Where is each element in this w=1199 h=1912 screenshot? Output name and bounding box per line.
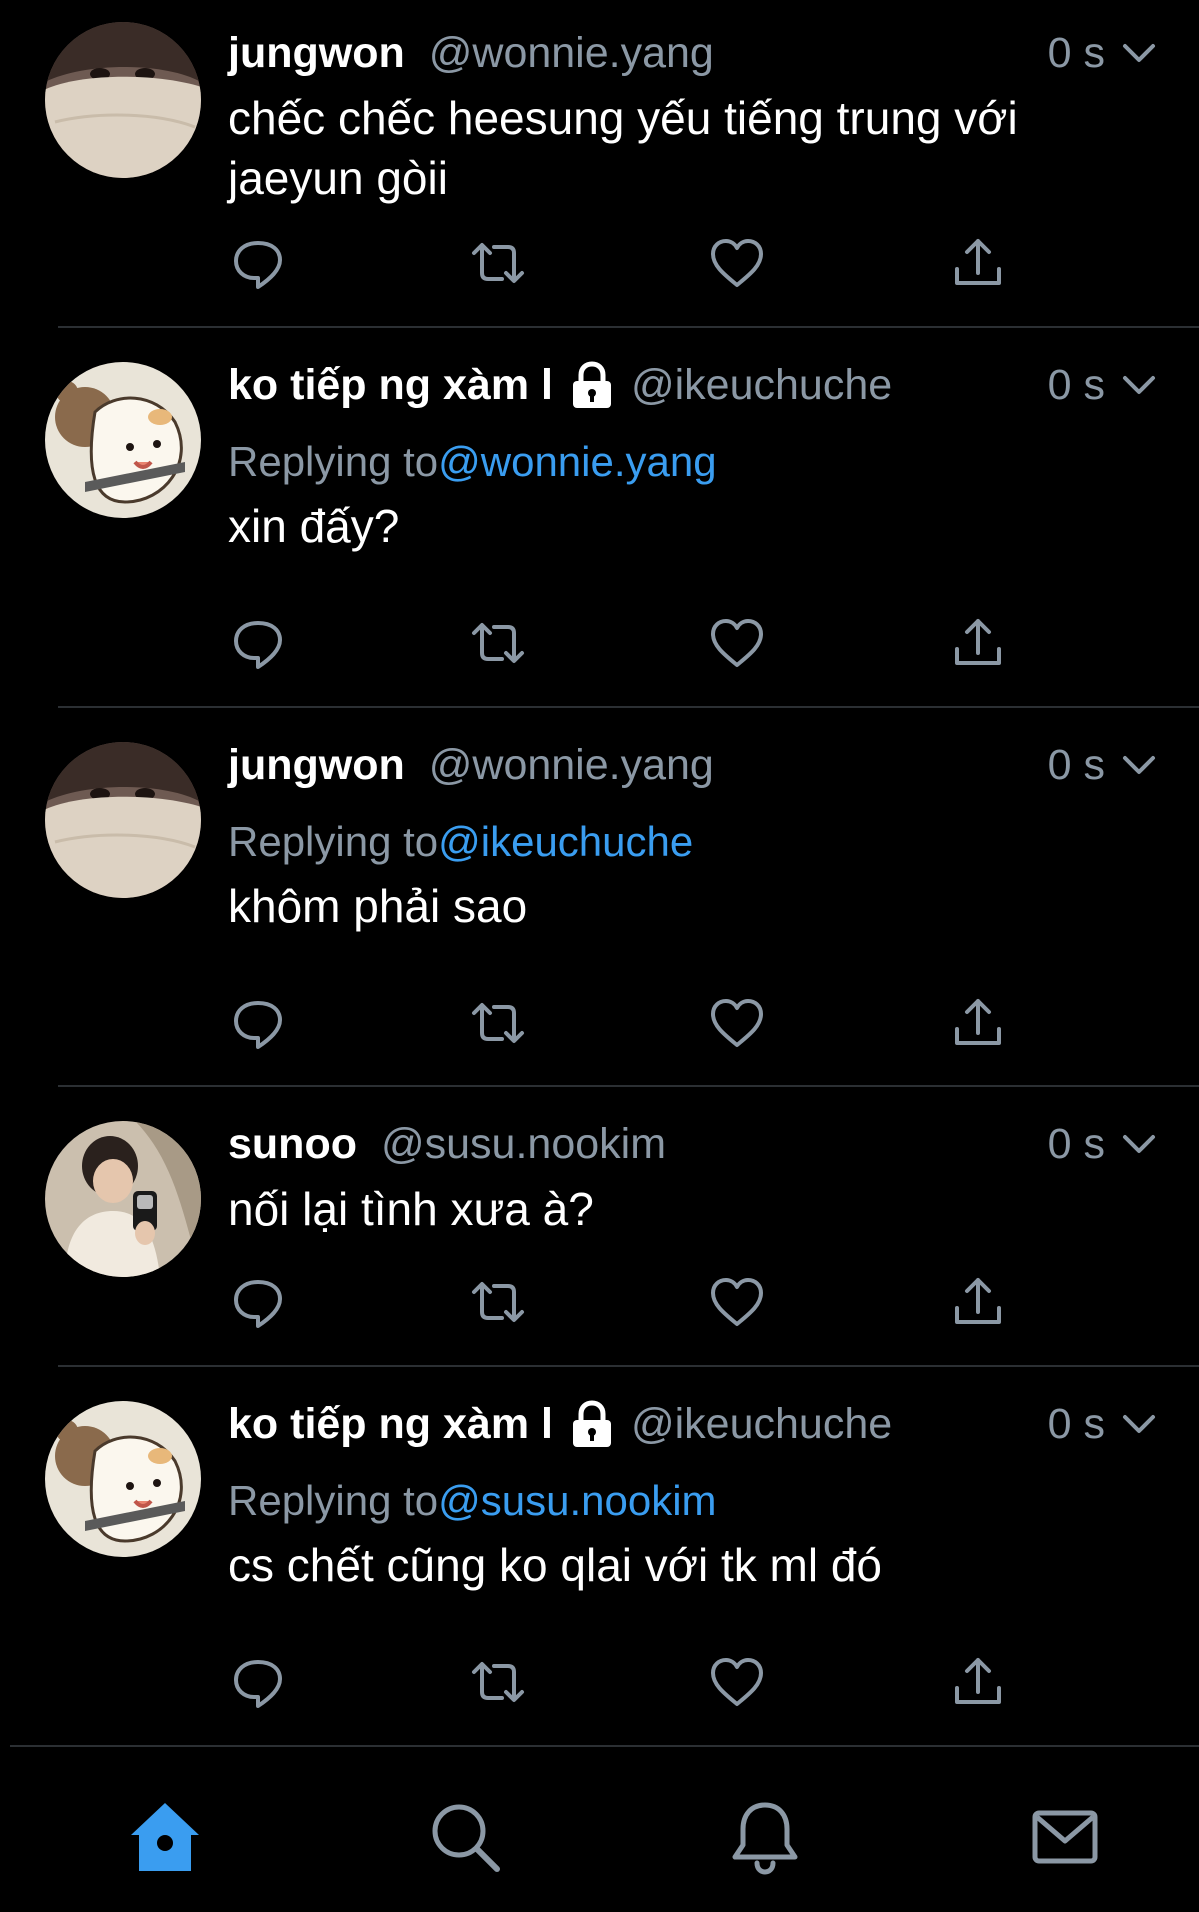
display-name[interactable]: ko tiếp ng xàm l bbox=[228, 1400, 553, 1449]
timestamp: 0 s bbox=[1047, 1119, 1105, 1168]
reply-icon[interactable] bbox=[228, 993, 288, 1053]
retweet-icon[interactable] bbox=[468, 993, 528, 1053]
replying-prefix: Replying to bbox=[228, 438, 439, 485]
avatar-photo-mirror-selfie bbox=[45, 1121, 201, 1277]
replying-to: Replying to@wonnie.yang bbox=[228, 438, 717, 486]
tweet-header: ko tiếp ng xàm l @ikeuchuche 0 s bbox=[228, 1399, 1159, 1449]
home-icon[interactable] bbox=[125, 1797, 205, 1877]
avatar-photo-masked-boy bbox=[45, 22, 201, 178]
avatar[interactable] bbox=[45, 1121, 201, 1277]
user-handle[interactable]: @wonnie.yang bbox=[429, 741, 714, 790]
tweet-time: 0 s bbox=[1048, 1119, 1159, 1169]
tweet-time: 0 s bbox=[1048, 28, 1159, 78]
tweet-text: nối lại tình xưa à? bbox=[228, 1183, 594, 1235]
avatar-cartoon-dog-bear bbox=[45, 362, 201, 518]
share-icon[interactable] bbox=[948, 1652, 1008, 1712]
tweet-text: cs chết cũng ko qlai với tk ml đó bbox=[228, 1539, 882, 1591]
retweet-icon[interactable] bbox=[468, 233, 528, 293]
lock-icon bbox=[572, 361, 611, 408]
replying-to: Replying to@ikeuchuche bbox=[228, 818, 693, 866]
chevron-down-icon[interactable] bbox=[1119, 365, 1159, 405]
retweet-icon[interactable] bbox=[468, 1652, 528, 1712]
tweet-actions bbox=[228, 233, 1028, 293]
chevron-down-icon[interactable] bbox=[1119, 1404, 1159, 1444]
like-icon[interactable] bbox=[707, 1272, 767, 1332]
tweet-actions bbox=[228, 613, 1028, 673]
tweet[interactable]: ko tiếp ng xàm l @ikeuchuche 0 s Replyin… bbox=[0, 1367, 1199, 1745]
user-handle[interactable]: @ikeuchuche bbox=[631, 361, 892, 410]
bottom-tab-bar bbox=[10, 1745, 1199, 1912]
avatar[interactable] bbox=[45, 742, 201, 898]
tweet[interactable]: sunoo @susu.nookim 0 s nối lại tình xưa … bbox=[0, 1087, 1199, 1367]
reply-icon[interactable] bbox=[228, 613, 288, 673]
tweet[interactable]: jungwon @wonnie.yang 0 s chếc chếc heesu… bbox=[0, 0, 1199, 328]
avatar[interactable] bbox=[45, 22, 201, 178]
tweet-text: khôm phải sao bbox=[228, 880, 528, 932]
user-handle[interactable]: @ikeuchuche bbox=[631, 1400, 892, 1449]
avatar[interactable] bbox=[45, 362, 201, 518]
tweet-header: jungwon @wonnie.yang 0 s bbox=[228, 28, 1159, 78]
display-name[interactable]: jungwon bbox=[228, 29, 405, 78]
replying-prefix: Replying to bbox=[228, 818, 439, 865]
tweet-text: chếc chếc heesung yếu tiếng trung với ja… bbox=[228, 92, 1018, 204]
tweet-time: 0 s bbox=[1048, 360, 1159, 410]
share-icon[interactable] bbox=[948, 233, 1008, 293]
chevron-down-icon[interactable] bbox=[1119, 1124, 1159, 1164]
avatar-cartoon-dog-bear bbox=[45, 1401, 201, 1557]
timeline-feed: jungwon @wonnie.yang 0 s chếc chếc heesu… bbox=[0, 0, 1199, 1745]
replying-to: Replying to@susu.nookim bbox=[228, 1477, 717, 1525]
timestamp: 0 s bbox=[1047, 28, 1105, 77]
like-icon[interactable] bbox=[707, 233, 767, 293]
tweet-header: jungwon @wonnie.yang 0 s bbox=[228, 740, 1159, 790]
timestamp: 0 s bbox=[1047, 360, 1105, 409]
messages-icon[interactable] bbox=[1025, 1797, 1105, 1877]
chevron-down-icon[interactable] bbox=[1119, 745, 1159, 785]
share-icon[interactable] bbox=[948, 613, 1008, 673]
timestamp: 0 s bbox=[1047, 740, 1105, 789]
tweet-actions bbox=[228, 1652, 1028, 1712]
share-icon[interactable] bbox=[948, 993, 1008, 1053]
chevron-down-icon[interactable] bbox=[1119, 33, 1159, 73]
display-name[interactable]: jungwon bbox=[228, 741, 405, 790]
like-icon[interactable] bbox=[707, 613, 767, 673]
reply-icon[interactable] bbox=[228, 233, 288, 293]
user-handle[interactable]: @susu.nookim bbox=[381, 1120, 666, 1169]
avatar[interactable] bbox=[45, 1401, 201, 1557]
replying-prefix: Replying to bbox=[228, 1477, 439, 1524]
notifications-icon[interactable] bbox=[725, 1797, 805, 1877]
tweet-time: 0 s bbox=[1048, 1399, 1159, 1449]
tweet[interactable]: ko tiếp ng xàm l @ikeuchuche 0 s Replyin… bbox=[0, 328, 1199, 708]
user-handle[interactable]: @wonnie.yang bbox=[429, 29, 714, 78]
like-icon[interactable] bbox=[707, 1652, 767, 1712]
tweet[interactable]: jungwon @wonnie.yang 0 s Replying to@ike… bbox=[0, 708, 1199, 1087]
display-name[interactable]: ko tiếp ng xàm l bbox=[228, 361, 553, 410]
retweet-icon[interactable] bbox=[468, 1272, 528, 1332]
display-name[interactable]: sunoo bbox=[228, 1120, 357, 1169]
mention-link[interactable]: @wonnie.yang bbox=[438, 438, 716, 485]
reply-icon[interactable] bbox=[228, 1652, 288, 1712]
reply-icon[interactable] bbox=[228, 1272, 288, 1332]
tweet-time: 0 s bbox=[1048, 740, 1159, 790]
tweet-actions bbox=[228, 1272, 1028, 1332]
timestamp: 0 s bbox=[1047, 1399, 1105, 1448]
search-icon[interactable] bbox=[425, 1797, 505, 1877]
like-icon[interactable] bbox=[707, 993, 767, 1053]
share-icon[interactable] bbox=[948, 1272, 1008, 1332]
mention-link[interactable]: @ikeuchuche bbox=[438, 818, 693, 865]
tweet-text: xin đấy? bbox=[228, 500, 400, 552]
tweet-actions bbox=[228, 993, 1028, 1053]
lock-icon bbox=[572, 1400, 611, 1447]
retweet-icon[interactable] bbox=[468, 613, 528, 673]
avatar-photo-masked-boy bbox=[45, 742, 201, 898]
mention-link[interactable]: @susu.nookim bbox=[438, 1477, 716, 1524]
tweet-header: sunoo @susu.nookim 0 s bbox=[228, 1119, 1159, 1169]
tweet-header: ko tiếp ng xàm l @ikeuchuche 0 s bbox=[228, 360, 1159, 410]
